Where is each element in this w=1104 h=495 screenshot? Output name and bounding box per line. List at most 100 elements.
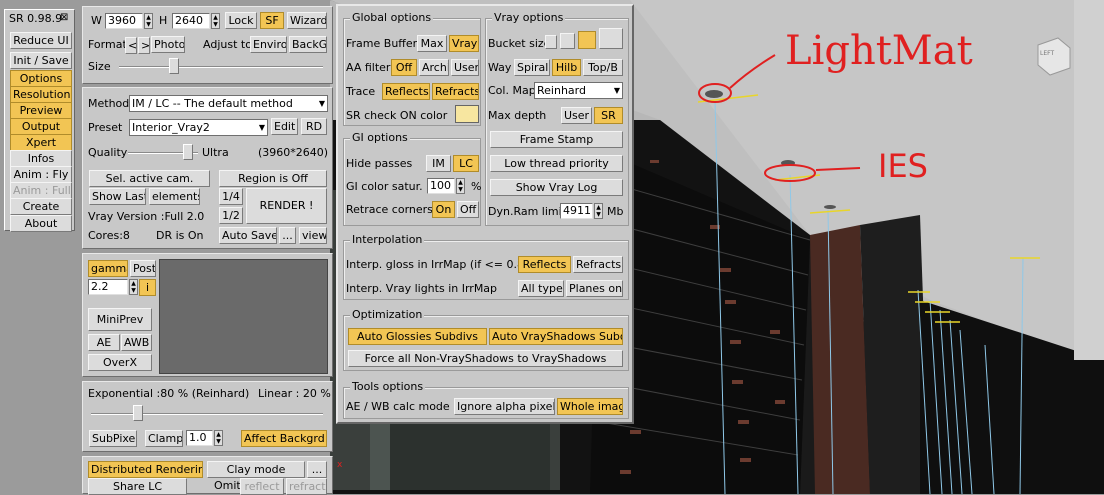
way-spiral-button[interactable]: Spiral	[514, 59, 550, 76]
elements-button[interactable]: elements	[149, 188, 200, 205]
subpixel-button[interactable]: SubPixel	[89, 430, 137, 447]
width-spinner[interactable]: ▲ ▼	[144, 13, 153, 29]
bucket-xlarge-button[interactable]	[599, 28, 623, 49]
interp-reflects-button[interactable]: Reflects	[518, 256, 571, 273]
anim-fly-button[interactable]: Anim : Fly	[10, 166, 72, 183]
fb-vray-button[interactable]: Vray	[449, 35, 479, 52]
clay-options-button[interactable]: ...	[307, 461, 327, 478]
bucket-small-button[interactable]	[545, 35, 557, 49]
show-vray-log-button[interactable]: Show Vray Log	[490, 179, 623, 196]
gamma-info-button[interactable]: i	[139, 279, 156, 296]
preset-select[interactable]: Interior_Vray2 ▼	[129, 119, 268, 136]
select-active-camera-button[interactable]: Sel. active cam.	[89, 170, 210, 187]
share-lc-button[interactable]: Share LC	[88, 478, 187, 495]
low-thread-priority-button[interactable]: Low thread priority	[490, 155, 623, 172]
size-slider-thumb[interactable]	[169, 58, 179, 74]
force-vrayshadows-button[interactable]: Force all Non-VrayShadows to VrayShadows	[348, 350, 623, 367]
retrace-on-button[interactable]: On	[432, 201, 455, 218]
infos-button[interactable]: Infos	[10, 150, 72, 167]
gamma-spinner[interactable]: ▲ ▼	[129, 279, 138, 295]
enviro-button[interactable]: Enviro	[250, 36, 287, 53]
options-button[interactable]: Options	[10, 70, 72, 87]
exposure-slider-track[interactable]	[91, 413, 323, 415]
quarter-res-button[interactable]: 1/4	[219, 188, 243, 205]
dyn-ram-spinner[interactable]: ▲ ▼	[594, 203, 603, 219]
affect-backgrd-button[interactable]: Affect Backgrd	[241, 430, 327, 447]
clamp-spinner[interactable]: ▲ ▼	[214, 430, 223, 446]
gamma-button[interactable]: gamma	[88, 260, 128, 277]
planes-only-button[interactable]: Planes only	[566, 280, 623, 297]
retrace-off-button[interactable]: Off	[457, 201, 479, 218]
photo-button[interactable]: Photo	[151, 36, 185, 53]
max-depth-sr-button[interactable]: SR	[594, 107, 623, 124]
hide-lc-button[interactable]: LC	[453, 155, 479, 172]
clamp-button[interactable]: Clamp	[145, 430, 183, 447]
sr-check-color-swatch[interactable]	[455, 105, 479, 123]
ignore-alpha-button[interactable]: Ignore alpha pixels	[454, 398, 555, 415]
gi-color-satur-spinner[interactable]: ▲ ▼	[456, 178, 465, 194]
way-topb-button[interactable]: Top/B	[583, 59, 623, 76]
xpert-button[interactable]: Xpert	[10, 134, 72, 151]
trace-reflects-button[interactable]: Reflects	[382, 83, 430, 100]
close-icon[interactable]: ⊠	[60, 11, 68, 25]
awb-button[interactable]: AWB	[121, 334, 152, 351]
anim-full-button[interactable]: Anim : Full	[10, 182, 72, 199]
viewcube-label[interactable]: LEFT	[1040, 50, 1054, 57]
format-prev-button[interactable]: <	[125, 37, 137, 54]
create-button[interactable]: Create	[10, 198, 72, 215]
height-input[interactable]: 2640	[172, 13, 210, 29]
sf-button[interactable]: SF	[260, 12, 284, 29]
overx-button[interactable]: OverX	[88, 354, 152, 371]
gi-color-satur-input[interactable]: 100	[427, 178, 455, 194]
lock-button[interactable]: Lock	[225, 12, 257, 29]
method-select[interactable]: IM / LC -- The default method ▼	[129, 95, 328, 112]
omit-refract-button[interactable]: refract	[286, 478, 327, 495]
format-next-button[interactable]: >	[138, 37, 150, 54]
bucket-large-button[interactable]	[578, 31, 596, 49]
init-save-button[interactable]: Init / Save	[10, 52, 72, 69]
interp-refracts-button[interactable]: Refracts	[573, 256, 623, 273]
way-hilb-button[interactable]: Hilb	[552, 59, 581, 76]
miniprev-button[interactable]: MiniPrev	[88, 308, 152, 331]
col-map-select[interactable]: Reinhard ▼	[534, 82, 623, 99]
ae-button[interactable]: AE	[88, 334, 120, 351]
clay-mode-button[interactable]: Clay mode	[207, 461, 305, 478]
quality-slider-thumb[interactable]	[183, 144, 193, 160]
preset-rd-button[interactable]: RD	[301, 118, 327, 135]
preview-button[interactable]: Preview	[10, 102, 72, 119]
auto-save-button[interactable]: Auto Save	[219, 227, 277, 244]
aa-user-button[interactable]: User	[451, 59, 479, 76]
auto-glossies-subdivs-button[interactable]: Auto Glossies Subdivs	[348, 328, 487, 345]
width-input[interactable]: 3960	[105, 13, 143, 29]
whole-image-button[interactable]: Whole image	[557, 398, 623, 415]
wizard-button[interactable]: Wizard	[287, 12, 327, 29]
view-button[interactable]: view	[299, 227, 327, 244]
trace-refracts-button[interactable]: Refracts	[432, 83, 479, 100]
fb-max-button[interactable]: Max	[417, 35, 447, 52]
aa-archi-button[interactable]: Archi	[419, 59, 449, 76]
bucket-medium-button[interactable]	[560, 33, 575, 49]
auto-save-options-button[interactable]: ...	[279, 227, 296, 244]
distributed-rendering-button[interactable]: Distributed Rendering	[88, 461, 203, 478]
post-button[interactable]: Post	[130, 260, 156, 277]
height-spinner[interactable]: ▲ ▼	[211, 13, 220, 29]
clamp-input[interactable]: 1.0	[186, 430, 213, 446]
size-slider-track[interactable]	[119, 66, 323, 68]
max-depth-user-button[interactable]: User	[561, 107, 592, 124]
auto-vrayshadows-subdivs-button[interactable]: Auto VrayShadows Subdivs	[489, 328, 623, 345]
about-button[interactable]: About	[10, 215, 72, 232]
output-button[interactable]: Output	[10, 118, 72, 135]
hide-im-button[interactable]: IM	[426, 155, 451, 172]
preset-edit-button[interactable]: Edit	[271, 118, 298, 135]
show-last-button[interactable]: Show Last	[89, 188, 146, 205]
aa-off-button[interactable]: Off	[391, 59, 417, 76]
reduce-ui-button[interactable]: Reduce UI	[10, 32, 72, 49]
backg-button[interactable]: BackG	[289, 36, 327, 53]
dyn-ram-input[interactable]: 4911	[560, 203, 593, 219]
exposure-slider-thumb[interactable]	[133, 405, 143, 421]
region-button[interactable]: Region is Off	[219, 170, 327, 187]
render-button[interactable]: RENDER !	[246, 188, 327, 224]
gamma-input[interactable]: 2.2	[88, 279, 128, 295]
resolution-button[interactable]: Resolution	[10, 86, 72, 103]
frame-stamp-button[interactable]: Frame Stamp	[490, 131, 623, 148]
